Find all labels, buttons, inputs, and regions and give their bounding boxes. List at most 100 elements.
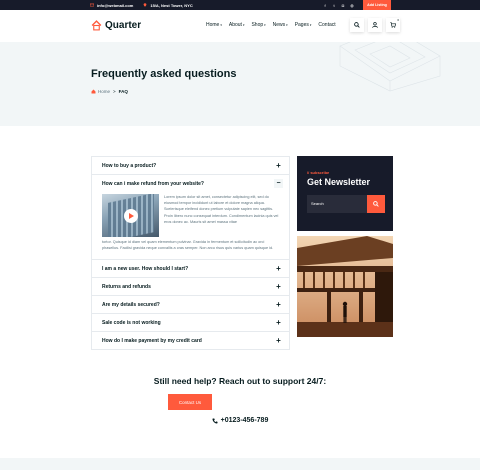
nav-label: Home [206, 22, 220, 28]
dribbble-icon[interactable]: ◍ [349, 2, 355, 8]
play-icon [129, 213, 134, 219]
faq-item-open: How can i make refund from your website?… [92, 175, 289, 261]
breadcrumb-separator: > [113, 89, 116, 94]
plus-icon[interactable]: + [274, 264, 283, 273]
faq-item: Sale code is not working + [92, 314, 289, 333]
faq-question[interactable]: How to buy a product? + [92, 157, 289, 174]
header-actions: 0 [350, 18, 400, 32]
faq-item: Returns and refunds + [92, 278, 289, 297]
nav-label: About [228, 22, 242, 28]
nav-item-about[interactable]: About ▾ [229, 22, 245, 28]
plus-icon[interactable]: + [274, 300, 283, 309]
chevron-down-icon: ▾ [309, 23, 312, 27]
nav-label: Shop [251, 22, 264, 28]
support-heading: Still need help? Reach out to support 24… [153, 376, 327, 386]
logo-text: Quarter [105, 20, 142, 31]
play-button[interactable] [124, 209, 138, 223]
location-pin-icon [143, 3, 147, 7]
facebook-icon[interactable]: f [322, 2, 328, 8]
phone-number: +0123-456-789 [220, 417, 269, 424]
faq-question[interactable]: I am a new user. How should I start? + [92, 260, 289, 277]
house-balcony-image [297, 236, 393, 337]
faq-answer-text-continued: tortor. Quisque id diam vel quam element… [102, 240, 274, 251]
breadcrumb-current: FAQ [118, 89, 128, 94]
breadcrumb-home[interactable]: Home [91, 89, 110, 94]
breadcrumb-hero: Frequently asked questions Home > FAQ [0, 42, 480, 126]
plus-icon[interactable]: + [274, 336, 283, 345]
chevron-down-icon: ▾ [286, 23, 288, 27]
nav-item-pages[interactable]: Pages ▾ [295, 22, 312, 28]
breadcrumb-home-label: Home [98, 89, 111, 94]
nav-label: News [272, 22, 286, 28]
faq-item: Are my details secured? + [92, 296, 289, 315]
instagram-icon[interactable]: ◘ [340, 2, 346, 8]
sidebar-banner-image[interactable] [297, 236, 393, 337]
cart-icon [390, 22, 396, 28]
chevron-down-icon: ▾ [242, 23, 245, 27]
faq-question-text: Are my details secured? [102, 301, 160, 308]
twitter-icon[interactable]: t [331, 2, 337, 8]
nav-item-contact[interactable]: Contact [318, 22, 335, 28]
faq-item: I am a new user. How should I start? + [92, 260, 289, 279]
newsletter-submit-button[interactable] [367, 195, 385, 213]
faq-answer-text: Lorem ipsum dolor sit amet, consectetur … [164, 195, 279, 224]
faq-question-text: How do I make payment by my credit card [102, 337, 202, 344]
newsletter-widget: // subscribe Get Newsletter Search [297, 156, 393, 231]
user-icon [372, 22, 378, 28]
address-text: 15/A, Nest Tower, NYC [150, 2, 193, 8]
faq-answer: Lorem ipsum dolor sit amet, consectetur … [92, 192, 289, 245]
search-button[interactable] [350, 18, 364, 32]
top-email[interactable]: info@webmail.com [90, 3, 133, 8]
faq-question[interactable]: Sale code is not working + [92, 314, 289, 331]
chevron-down-icon: ▾ [220, 23, 222, 27]
faq-question-text: Returns and refunds [102, 283, 151, 290]
search-icon [354, 22, 360, 28]
plus-icon[interactable]: + [274, 318, 283, 327]
cart-button[interactable]: 0 [386, 18, 400, 32]
social-links: f t ◘ ◍ [322, 2, 355, 8]
nav-label: Contact [318, 22, 336, 28]
nav-item-news[interactable]: News ▾ [273, 22, 288, 28]
faq-accordion: How to buy a product? + How can i make r… [91, 156, 290, 351]
home-icon [91, 89, 96, 94]
main-header: Quarter Home ▾ About ▾ Shop ▾ News ▾ Pages ▾ … [0, 10, 480, 42]
newsletter-input[interactable]: Search [311, 201, 324, 206]
video-thumbnail[interactable] [102, 194, 159, 237]
faq-question-text: How can i make refund from your website? [102, 180, 204, 187]
footer-strip [0, 458, 480, 470]
nav-item-shop[interactable]: Shop ▾ [251, 22, 265, 28]
newsletter-title: Get Newsletter [307, 177, 371, 187]
account-button[interactable] [368, 18, 382, 32]
email-text: info@webmail.com [97, 2, 134, 8]
top-bar: info@webmail.com 15/A, Nest Tower, NYC f… [0, 0, 480, 10]
faq-item: How do I make payment by my credit card … [92, 332, 289, 349]
search-icon [373, 201, 379, 207]
faq-question[interactable]: Are my details secured? + [92, 296, 289, 313]
contact-us-button[interactable]: Contact Us [168, 394, 212, 410]
page-title: Frequently asked questions [91, 68, 237, 80]
mail-icon [90, 3, 94, 7]
breadcrumb: Home > FAQ [91, 89, 128, 94]
newsletter-subtitle: // subscribe [307, 170, 330, 175]
phone-icon [212, 417, 218, 424]
support-phone[interactable]: +0123-456-789 [0, 417, 480, 424]
faq-question[interactable]: Returns and refunds + [92, 278, 289, 295]
faq-item: How to buy a product? + [92, 157, 289, 175]
plus-icon[interactable]: + [274, 282, 283, 291]
house-logo-icon [91, 20, 102, 31]
add-listing-button[interactable]: Add Listing [363, 0, 391, 10]
chevron-down-icon: ▾ [264, 23, 266, 27]
cart-count: 0 [397, 18, 399, 22]
minus-icon[interactable]: − [274, 179, 283, 188]
site-logo[interactable]: Quarter [91, 20, 141, 31]
blueprint-decoration [339, 42, 441, 92]
plus-icon[interactable]: + [274, 161, 283, 170]
main-nav: Home ▾ About ▾ Shop ▾ News ▾ Pages ▾ Contact [206, 22, 336, 28]
faq-question-text: Sale code is not working [102, 319, 161, 326]
nav-item-home[interactable]: Home ▾ [206, 22, 222, 28]
faq-question[interactable]: How do I make payment by my credit card … [92, 332, 289, 349]
faq-question-text: How to buy a product? [102, 162, 157, 169]
top-address: 15/A, Nest Tower, NYC [143, 2, 193, 8]
nav-label: Pages [294, 22, 309, 28]
faq-question[interactable]: How can i make refund from your website?… [92, 175, 289, 192]
